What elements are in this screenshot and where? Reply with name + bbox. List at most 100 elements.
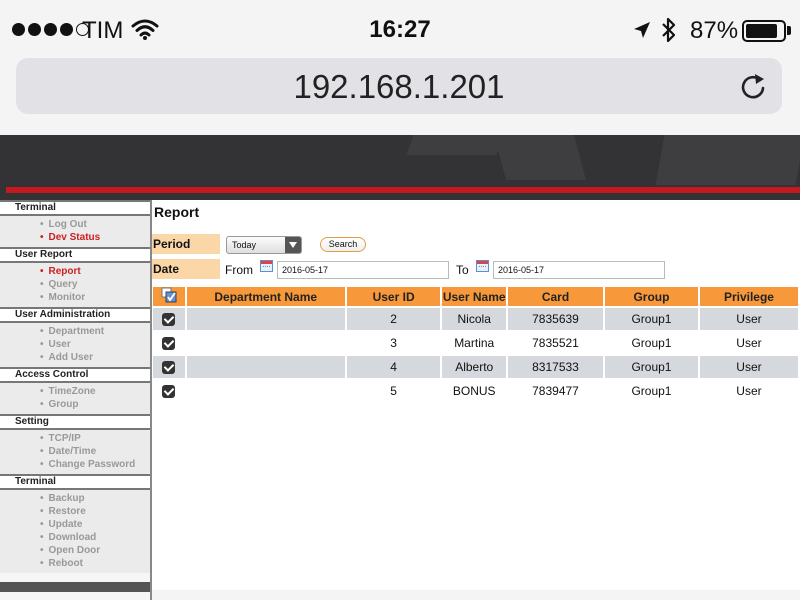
- sidebar-section-title: User Administration: [0, 307, 150, 323]
- table-header-row: Department Name User ID User Name Card G…: [153, 287, 798, 306]
- sidebar-section-items: BackupRestoreUpdateDownloadOpen DoorRebo…: [0, 490, 150, 573]
- sidebar-item-department[interactable]: Department: [0, 325, 150, 338]
- sidebar-item-update[interactable]: Update: [0, 518, 150, 531]
- table-row[interactable]: 4 Alberto 8317533 Group1 User: [153, 356, 798, 378]
- cell-user-name: BONUS: [442, 380, 506, 402]
- reload-icon[interactable]: [738, 70, 768, 102]
- cell-user-id: 3: [346, 332, 441, 354]
- period-label: Period: [152, 234, 220, 254]
- calendar-icon[interactable]: [476, 260, 489, 272]
- row-checkbox[interactable]: [162, 337, 176, 351]
- cell-group: Group1: [605, 308, 698, 330]
- row-checkbox[interactable]: [162, 385, 176, 399]
- battery-icon: [742, 20, 786, 42]
- sidebar-section-title: Access Control: [0, 367, 150, 383]
- sidebar-section-items: TCP/IPDate/TimeChange Password: [0, 430, 150, 474]
- sidebar-section-title: Terminal: [0, 200, 150, 216]
- status-time: 16:27: [369, 16, 431, 43]
- bluetooth-icon: [662, 17, 676, 43]
- row-checkbox-cell[interactable]: [153, 356, 185, 378]
- cell-group: Group1: [605, 380, 698, 402]
- sidebar-item-restore[interactable]: Restore: [0, 505, 150, 518]
- row-checkbox[interactable]: [162, 313, 176, 327]
- row-checkbox-cell[interactable]: [153, 308, 185, 330]
- cell-user-name: Martina: [442, 332, 506, 354]
- sidebar: TerminalLog OutDev StatusUser ReportRepo…: [0, 200, 152, 600]
- sidebar-item-tcp-ip[interactable]: TCP/IP: [0, 432, 150, 445]
- status-bar: TIM 16:27 87%: [0, 0, 800, 60]
- sidebar-section-title: User Report: [0, 247, 150, 263]
- cell-card: 7835639: [507, 308, 603, 330]
- sidebar-section-items: Log OutDev Status: [0, 216, 150, 247]
- column-header[interactable]: User Name: [442, 287, 506, 306]
- cell-user-name: Alberto: [442, 356, 506, 378]
- cell-card: 7839477: [507, 380, 603, 402]
- sidebar-footer: [0, 582, 150, 592]
- cell-privilege: User: [699, 308, 798, 330]
- column-header[interactable]: Group: [605, 287, 698, 306]
- column-header[interactable]: Department Name: [186, 287, 345, 306]
- sidebar-item-query[interactable]: Query: [0, 278, 150, 291]
- row-checkbox-cell[interactable]: [153, 380, 185, 402]
- sidebar-item-reboot[interactable]: Reboot: [0, 557, 150, 570]
- battery-level: [746, 24, 778, 38]
- sidebar-item-monitor[interactable]: Monitor: [0, 291, 150, 304]
- table-row[interactable]: 3 Martina 7835521 Group1 User: [153, 332, 798, 354]
- site-header-banner: [0, 135, 800, 200]
- period-select-value: Today: [232, 240, 257, 250]
- sidebar-item-dev-status[interactable]: Dev Status: [0, 231, 150, 244]
- table-row[interactable]: 5 BONUS 7839477 Group1 User: [153, 380, 798, 402]
- sidebar-section-items: DepartmentUserAdd User: [0, 323, 150, 367]
- cell-privilege: User: [699, 380, 798, 402]
- cell-card: 8317533: [507, 356, 603, 378]
- row-checkbox-cell[interactable]: [153, 332, 185, 354]
- from-date-input[interactable]: 2016-05-17: [277, 261, 449, 279]
- cell-group: Group1: [605, 332, 698, 354]
- sidebar-section-items: ReportQueryMonitor: [0, 263, 150, 307]
- main-content: Report Period Today Search Date From 201…: [152, 200, 800, 590]
- select-all-header[interactable]: [153, 287, 185, 306]
- sidebar-section-title: Terminal: [0, 474, 150, 490]
- sidebar-item-report[interactable]: Report: [0, 265, 150, 278]
- select-all-icon[interactable]: [161, 287, 177, 303]
- sidebar-item-log-out[interactable]: Log Out: [0, 218, 150, 231]
- header-accent-line: [6, 187, 800, 193]
- search-button[interactable]: Search: [320, 237, 366, 252]
- from-label: From: [225, 263, 253, 277]
- period-select[interactable]: Today: [226, 236, 302, 254]
- cell-department: [186, 308, 345, 330]
- location-arrow-icon: [634, 22, 650, 38]
- calendar-icon[interactable]: [260, 260, 273, 272]
- sidebar-section-title: Setting: [0, 414, 150, 430]
- cell-privilege: User: [699, 332, 798, 354]
- sidebar-item-add-user[interactable]: Add User: [0, 351, 150, 364]
- sidebar-item-date-time[interactable]: Date/Time: [0, 445, 150, 458]
- battery-percentage: 87%: [690, 17, 739, 44]
- cell-card: 7835521: [507, 332, 603, 354]
- to-date-input[interactable]: 2016-05-17: [493, 261, 665, 279]
- cell-department: [186, 332, 345, 354]
- to-label: To: [456, 263, 469, 277]
- sidebar-item-timezone[interactable]: TimeZone: [0, 385, 150, 398]
- sidebar-item-open-door[interactable]: Open Door: [0, 544, 150, 557]
- cell-privilege: User: [699, 356, 798, 378]
- url-text[interactable]: 192.168.1.201: [16, 68, 782, 106]
- column-header[interactable]: Privilege: [699, 287, 798, 306]
- cell-user-id: 2: [346, 308, 441, 330]
- column-header[interactable]: Card: [507, 287, 603, 306]
- sidebar-item-group[interactable]: Group: [0, 398, 150, 411]
- table-row[interactable]: 2 Nicola 7835639 Group1 User: [153, 308, 798, 330]
- report-table: Department Name User ID User Name Card G…: [151, 285, 800, 404]
- cell-department: [186, 356, 345, 378]
- cell-department: [186, 380, 345, 402]
- cell-user-name: Nicola: [442, 308, 506, 330]
- sidebar-item-change-password[interactable]: Change Password: [0, 458, 150, 471]
- sidebar-item-download[interactable]: Download: [0, 531, 150, 544]
- column-header[interactable]: User ID: [346, 287, 441, 306]
- cell-group: Group1: [605, 356, 698, 378]
- sidebar-item-backup[interactable]: Backup: [0, 492, 150, 505]
- page-title: Report: [154, 204, 200, 220]
- address-bar[interactable]: 192.168.1.201: [16, 58, 782, 114]
- row-checkbox[interactable]: [162, 361, 176, 375]
- sidebar-item-user[interactable]: User: [0, 338, 150, 351]
